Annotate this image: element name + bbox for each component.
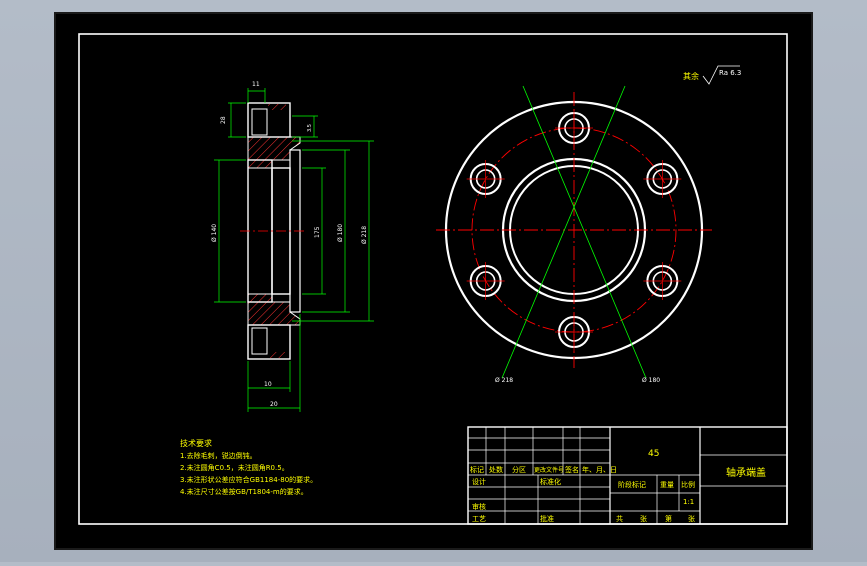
title-block-scale-value: 1:1 bbox=[683, 498, 694, 506]
title-block-sheet-total: 共 bbox=[616, 514, 623, 523]
title-block-rev-zone: 分区 bbox=[512, 465, 526, 474]
dim-front-outer: Ø 218 bbox=[495, 377, 513, 384]
title-block-design: 设计 bbox=[472, 477, 486, 486]
title-block-sheet-no: 第 bbox=[665, 514, 672, 523]
title-block-rev-count: 处数 bbox=[489, 465, 503, 474]
cad-drawing-canvas: 其余 Ra 6.3 11 28 3.5 Ø 140 175 Ø 180 Ø 21… bbox=[54, 12, 813, 550]
title-block-scale-label: 比例 bbox=[681, 480, 695, 489]
tech-req-item-3: 3.未注形状公差应符合GB1184-80的要求。 bbox=[180, 475, 317, 484]
dim-mid-diameter: 175 bbox=[314, 226, 321, 238]
tech-req-title: 技术要求 bbox=[180, 438, 212, 448]
title-block-process: 工艺 bbox=[472, 515, 486, 523]
tech-req-item-2: 2.未注圆角C0.5，未注圆角R0.5。 bbox=[180, 463, 289, 472]
tech-req-item-4: 4.未注尺寸公差按GB/T1804-m的要求。 bbox=[180, 487, 308, 496]
dim-bottom-width-2: 20 bbox=[270, 401, 278, 408]
title-block-rev-doc: 更改文件号 bbox=[534, 466, 564, 474]
dim-pitch-diameter: Ø 180 bbox=[337, 224, 344, 242]
title-block-part-name: 轴承端盖 bbox=[726, 466, 766, 479]
title-block-rev-date: 年、月、日 bbox=[582, 465, 617, 474]
dim-step-height: 3.5 bbox=[307, 124, 313, 132]
dim-front-pitch: Ø 180 bbox=[642, 377, 660, 384]
title-block-stage: 阶段标记 bbox=[618, 480, 646, 489]
title-block-material: 45 bbox=[648, 449, 659, 459]
title-block-sheet-unit-1: 张 bbox=[640, 514, 647, 523]
dim-outer-diameter: Ø 218 bbox=[361, 226, 368, 244]
dim-bottom-width-1: 10 bbox=[264, 381, 272, 388]
title-block-sheet-unit-2: 张 bbox=[688, 514, 695, 523]
roughness-label: 其余 bbox=[683, 71, 699, 81]
title-block-standard: 标准化 bbox=[540, 477, 561, 486]
cad-window: 其余 Ra 6.3 11 28 3.5 Ø 140 175 Ø 180 Ø 21… bbox=[0, 0, 867, 562]
model-viewport[interactable] bbox=[54, 12, 813, 550]
dim-flange-height: 28 bbox=[220, 116, 227, 124]
title-block-weight: 重量 bbox=[660, 481, 674, 489]
tech-req-item-1: 1.去除毛刺，锐边倒钝。 bbox=[180, 451, 257, 460]
title-block-check: 审核 bbox=[472, 502, 486, 511]
dim-bore-diameter: Ø 140 bbox=[211, 224, 218, 242]
roughness-value: Ra 6.3 bbox=[719, 69, 741, 77]
title-block-approve: 批准 bbox=[540, 514, 554, 523]
title-block-rev-mark: 标记 bbox=[470, 465, 484, 474]
title-block-rev-sign: 签名 bbox=[565, 465, 579, 474]
dim-top-width: 11 bbox=[252, 81, 260, 88]
